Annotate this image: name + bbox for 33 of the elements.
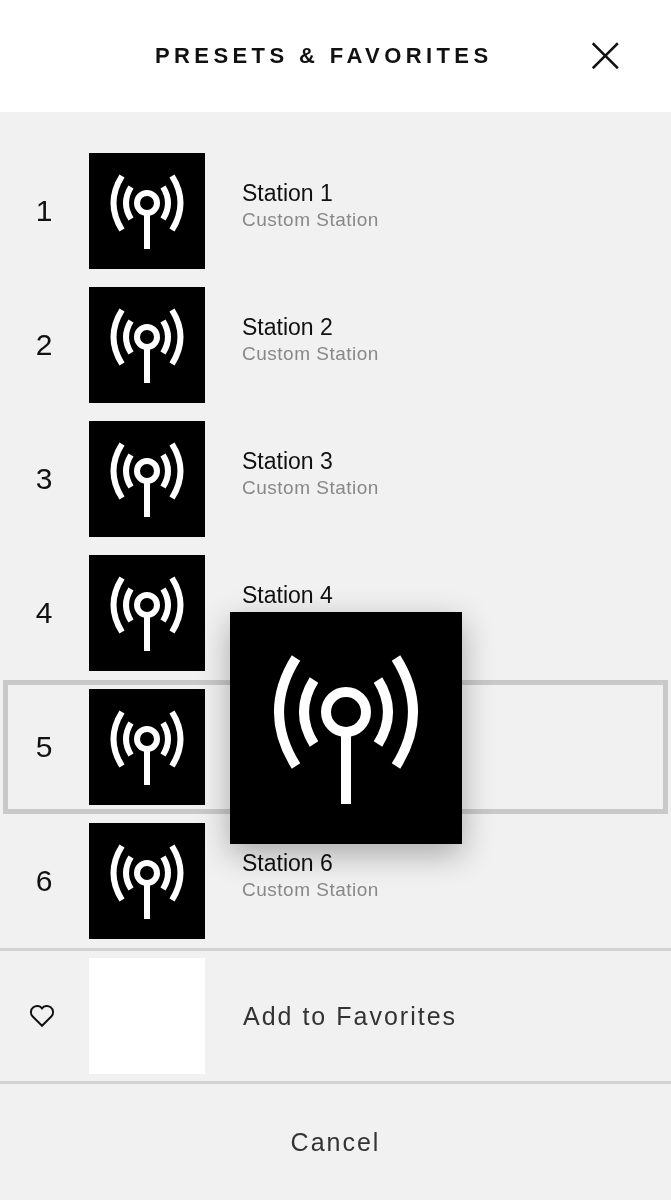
- radio-tower-icon: [89, 689, 205, 805]
- cancel-button[interactable]: Cancel: [282, 1123, 389, 1161]
- station-name: Station 6: [242, 850, 334, 877]
- preset-number: 1: [34, 194, 54, 228]
- radio-tower-icon: [89, 287, 205, 403]
- preset-row[interactable]: 4 Station 4: [3, 546, 668, 680]
- preset-number: 6: [34, 864, 54, 898]
- station-name: Station 1: [242, 180, 334, 207]
- station-type: Custom Station: [242, 209, 379, 231]
- station-type: Custom Station: [242, 477, 379, 499]
- radio-tower-icon: [89, 555, 205, 671]
- preset-number: 3: [34, 462, 54, 496]
- radio-tower-icon: [89, 153, 205, 269]
- add-favorite-row[interactable]: Add to Favorites: [0, 948, 671, 1084]
- radio-tower-icon: [89, 421, 205, 537]
- preset-number: 4: [34, 596, 54, 630]
- screen-title: PRESETS & FAVORITES: [155, 43, 493, 69]
- radio-tower-icon[interactable]: [230, 612, 462, 844]
- preset-row[interactable]: 6 Station 6 Custom Station: [3, 814, 668, 948]
- close-button[interactable]: ×: [579, 28, 631, 80]
- preset-row[interactable]: 1 Station 1 Custom Station: [3, 144, 668, 278]
- preset-row[interactable]: 2 Station 2 Custom Station: [3, 278, 668, 412]
- station-type: Custom Station: [242, 343, 379, 365]
- heart-icon: [29, 1004, 55, 1028]
- add-favorites-label: Add to Favorites: [243, 1001, 458, 1031]
- station-name: Station 4: [242, 582, 333, 609]
- station-name: Station 3: [242, 448, 334, 475]
- station-name: Station 2: [242, 314, 334, 341]
- preset-number: 2: [34, 328, 54, 362]
- station-type: Custom Station: [242, 879, 379, 901]
- preset-row[interactable]: 3 Station 3 Custom Station: [3, 412, 668, 546]
- preset-number: 5: [34, 730, 54, 764]
- radio-tower-icon: [89, 823, 205, 939]
